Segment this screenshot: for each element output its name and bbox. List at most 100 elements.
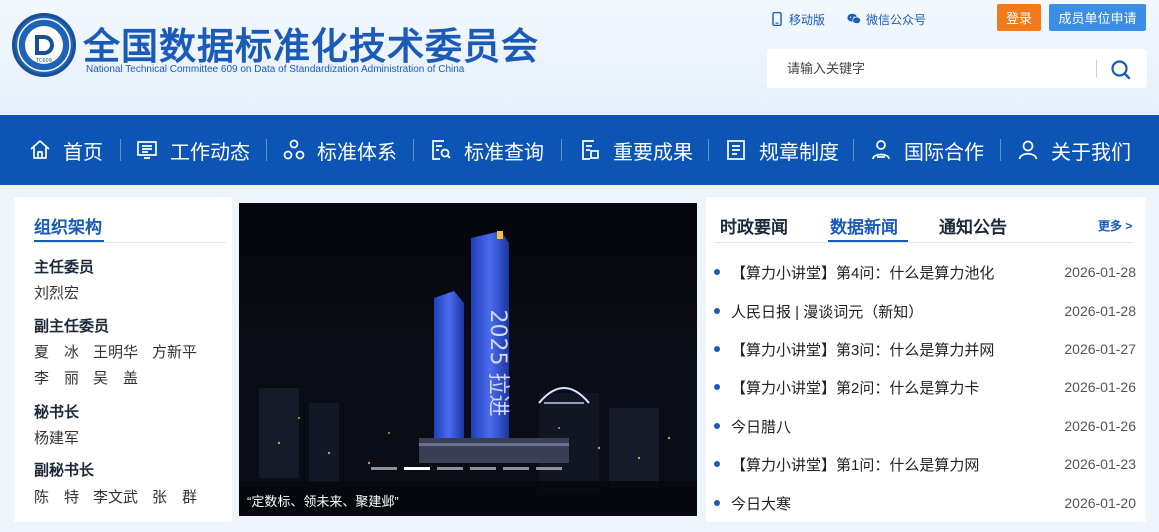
- role-director: 主任委员: [34, 259, 95, 276]
- nav-divider: [266, 139, 267, 161]
- news-title[interactable]: 【算力小讲堂】第3问：什么是算力并网: [731, 339, 1056, 360]
- member-name: 夏 冰: [34, 344, 80, 361]
- nav-item-standard-query[interactable]: 标准查询: [429, 115, 544, 185]
- news-item[interactable]: 【算力小讲堂】第4问：什么是算力池化 2026-01-28: [714, 261, 1136, 283]
- news-item[interactable]: 【算力小讲堂】第3问：什么是算力并网 2026-01-27: [714, 338, 1136, 360]
- deputy-secretary-names: 陈 特李文武张 群: [34, 486, 211, 507]
- director-names: 刘烈宏: [34, 282, 93, 303]
- nav-item-international[interactable]: 国际合作: [869, 115, 984, 185]
- member-name: 李 丽: [34, 370, 80, 387]
- nav-item-regulations[interactable]: 规章制度: [724, 115, 839, 185]
- committee-logo[interactable]: TC609: [12, 13, 76, 77]
- login-button[interactable]: 登录: [997, 4, 1041, 31]
- svg-text:2025 拉进: 2025 拉进: [485, 310, 510, 417]
- tab-announcements[interactable]: 通知公告: [939, 213, 1007, 238]
- wechat-link[interactable]: 微信公众号: [847, 11, 926, 28]
- carousel-dot-active[interactable]: [404, 467, 430, 470]
- bullet-icon: [714, 346, 720, 352]
- news-item[interactable]: 【算力小讲堂】第1问：什么是算力网 2026-01-23: [714, 453, 1136, 475]
- member-name: 方新平: [152, 344, 198, 361]
- role-secretary-general: 秘书长: [34, 404, 80, 421]
- news-title[interactable]: 今日大寒: [731, 493, 1056, 514]
- search-icon: [1111, 60, 1131, 80]
- news-screen-icon: [137, 141, 157, 159]
- news-date: 2026-01-26: [1064, 418, 1136, 434]
- nav-label: 标准体系: [317, 141, 397, 164]
- nav-divider: [561, 139, 562, 161]
- search-input[interactable]: [767, 49, 1097, 88]
- member-name: 杨建军: [34, 430, 80, 447]
- news-item[interactable]: 今日大寒 2026-01-20: [714, 492, 1136, 514]
- nav-label: 工作动态: [170, 141, 250, 164]
- news-item[interactable]: 今日腊八 2026-01-26: [714, 415, 1136, 437]
- tab-divider: [714, 242, 1134, 243]
- nav-item-about-us[interactable]: 关于我们: [1016, 115, 1131, 185]
- more-link[interactable]: 更多 >: [1098, 217, 1132, 234]
- search-box: [767, 49, 1147, 88]
- news-title[interactable]: 【算力小讲堂】第1问：什么是算力网: [731, 454, 1056, 475]
- rules-doc-icon: [727, 140, 745, 160]
- news-title[interactable]: 【算力小讲堂】第4问：什么是算力池化: [731, 262, 1056, 283]
- title-underline: [34, 240, 104, 242]
- news-title[interactable]: 人民日报 | 漫谈词元（新知）: [731, 301, 1056, 322]
- mobile-version-link[interactable]: 移动版: [770, 11, 825, 28]
- search-button[interactable]: [1108, 57, 1134, 83]
- member-name: 刘烈宏: [34, 285, 80, 302]
- carousel-dot[interactable]: [503, 467, 529, 470]
- nav-divider: [853, 139, 854, 161]
- cooperation-icon: [872, 140, 890, 160]
- site-title: 全国数据标准化技术委员会: [83, 26, 539, 67]
- nav-item-work-news[interactable]: 工作动态: [135, 115, 250, 185]
- tab-politics-news[interactable]: 时政要闻: [720, 213, 788, 238]
- nav-item-achievements[interactable]: 重要成果: [578, 115, 693, 185]
- wechat-label: 微信公众号: [866, 12, 927, 27]
- member-name: 陈 特: [34, 489, 80, 506]
- news-date: 2026-01-23: [1064, 456, 1136, 472]
- bullet-icon: [714, 308, 720, 314]
- member-apply-button[interactable]: 成员单位申请: [1049, 4, 1146, 31]
- nav-label: 关于我们: [1051, 141, 1131, 164]
- organization-title[interactable]: 组织架构: [34, 213, 102, 238]
- carousel-dot[interactable]: [470, 467, 496, 470]
- role-deputy-secretary: 副秘书长: [34, 462, 95, 479]
- nav-label: 首页: [63, 141, 103, 164]
- member-name: 张 群: [152, 489, 198, 506]
- bullet-icon: [714, 423, 720, 429]
- site-header: TC609 全国数据标准化技术委员会 National Technical Co…: [0, 0, 1159, 115]
- doc-search-icon: [432, 140, 451, 160]
- news-item[interactable]: 人民日报 | 漫谈词元（新知） 2026-01-28: [714, 300, 1136, 322]
- svg-text:TC609: TC609: [35, 58, 52, 64]
- nav-divider: [413, 139, 414, 161]
- nav-item-standard-system[interactable]: 标准体系: [282, 115, 397, 185]
- nav-label: 国际合作: [904, 141, 984, 164]
- news-carousel[interactable]: 2025 拉进 “定数标、领未来、聚建邺”: [239, 203, 697, 516]
- member-name: 王明华: [93, 344, 139, 361]
- bullet-icon: [714, 269, 720, 275]
- news-item[interactable]: 【算力小讲堂】第2问：什么是算力卡 2026-01-26: [714, 376, 1136, 398]
- top-links: 移动版 微信公众号: [770, 9, 948, 29]
- user-icon: [1018, 140, 1038, 160]
- tab-data-news[interactable]: 数据新闻: [830, 213, 898, 238]
- news-date: 2026-01-28: [1064, 264, 1136, 280]
- carousel-dot[interactable]: [371, 467, 397, 470]
- mobile-version-label: 移动版: [789, 12, 826, 27]
- role-deputy-director: 副主任委员: [34, 318, 110, 335]
- news-date: 2026-01-26: [1064, 379, 1136, 395]
- nav-item-home[interactable]: 首页: [28, 115, 103, 185]
- news-date: 2026-01-20: [1064, 495, 1136, 511]
- nav-label: 规章制度: [759, 141, 839, 164]
- nav-label: 标准查询: [464, 141, 544, 164]
- bullet-icon: [714, 461, 720, 467]
- carousel-dot[interactable]: [437, 467, 463, 470]
- logo-emblem-icon: TC609: [17, 18, 71, 72]
- mobile-icon: [772, 12, 782, 26]
- panel-divider: [34, 242, 226, 243]
- nav-divider: [120, 139, 121, 161]
- news-title[interactable]: 今日腊八: [731, 416, 1056, 437]
- nav-divider: [1000, 139, 1001, 161]
- news-title[interactable]: 【算力小讲堂】第2问：什么是算力卡: [731, 377, 1056, 398]
- carousel-caption[interactable]: “定数标、领未来、聚建邺”: [247, 491, 399, 510]
- carousel-indicators: [371, 467, 569, 470]
- deputy-director-names: 夏 冰王明华 方新平: [34, 341, 211, 362]
- carousel-dot[interactable]: [536, 467, 562, 470]
